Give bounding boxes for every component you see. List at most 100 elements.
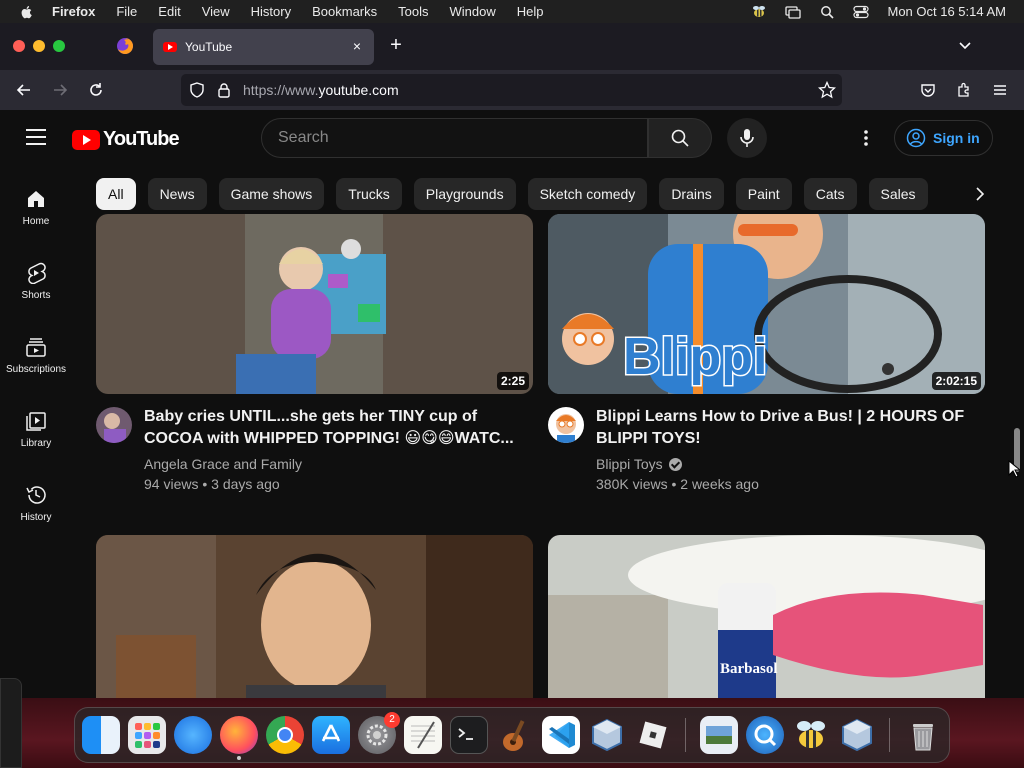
dock-system-settings-icon[interactable]: 2: [358, 712, 400, 754]
mouse-cursor-icon: [1008, 460, 1020, 478]
dock-virtualbox-vm-icon[interactable]: [838, 716, 876, 754]
search-box[interactable]: [261, 118, 648, 158]
forward-button[interactable]: [50, 80, 70, 100]
search-input[interactable]: [278, 129, 618, 147]
apple-icon[interactable]: [18, 4, 36, 20]
chip-all[interactable]: All: [96, 178, 136, 210]
tracking-protection-shield-icon[interactable]: [189, 82, 205, 98]
chip-cats[interactable]: Cats: [803, 178, 857, 210]
menu-history[interactable]: History: [251, 4, 291, 19]
app-menu-button[interactable]: [990, 80, 1010, 100]
chip-news[interactable]: News: [147, 178, 207, 210]
youtube-logo[interactable]: YouTube: [72, 128, 180, 151]
guide-menu-icon[interactable]: [26, 129, 46, 145]
chip-playgrounds[interactable]: Playgrounds: [413, 178, 516, 210]
youtube-favicon-icon: [163, 42, 177, 52]
microphone-icon: [740, 129, 754, 147]
dock-chrome-icon[interactable]: [266, 716, 304, 754]
menu-view[interactable]: View: [202, 4, 230, 19]
menu-app-name[interactable]: Firefox: [52, 4, 95, 19]
lock-icon[interactable]: [217, 82, 231, 98]
dock-roblox-icon[interactable]: [634, 716, 672, 754]
channel-avatar[interactable]: [548, 407, 584, 443]
dock-trash-icon[interactable]: [904, 716, 942, 754]
chip-drains[interactable]: Drains: [659, 178, 724, 210]
reload-button[interactable]: [86, 80, 106, 100]
dock-firefox-icon[interactable]: [220, 716, 258, 760]
sign-in-button[interactable]: Sign in: [894, 120, 993, 156]
video-thumbnail[interactable]: Blippi 2:02:15: [548, 214, 985, 394]
video-thumbnail[interactable]: Barbasol: [548, 535, 985, 698]
youtube-header: YouTube Sign in: [0, 110, 1024, 166]
video-title[interactable]: Baby cries UNTIL...she gets her TINY cup…: [144, 406, 524, 450]
rail-item-subscriptions[interactable]: Subscriptions: [0, 322, 72, 396]
dock-textedit-icon[interactable]: [404, 716, 442, 754]
settings-kebab-button[interactable]: [856, 128, 876, 148]
control-center-icon[interactable]: [853, 5, 870, 19]
arrow-left-icon: [16, 84, 30, 96]
search-button[interactable]: [648, 118, 712, 158]
chip-paint[interactable]: Paint: [735, 178, 792, 210]
window-minimize-button[interactable]: [33, 40, 45, 52]
video-duration: 2:25: [496, 372, 529, 390]
rail-item-shorts[interactable]: Shorts: [0, 248, 72, 322]
subscriptions-icon: [26, 338, 46, 357]
menu-tools[interactable]: Tools: [398, 4, 428, 19]
url-text[interactable]: https://www.youtube.com: [243, 82, 399, 98]
dock-finder-icon[interactable]: [82, 716, 120, 754]
tab-youtube[interactable]: YouTube ×: [153, 29, 374, 65]
video-card: Blippi 2:02:15 Blippi Learns How to Driv…: [548, 214, 985, 502]
bee-status-icon[interactable]: [751, 5, 767, 19]
dock-vscode-icon[interactable]: [542, 716, 580, 754]
chip-game-shows[interactable]: Game shows: [218, 178, 325, 210]
bookmark-star-icon[interactable]: [818, 81, 836, 99]
dock-launchpad-icon[interactable]: [128, 716, 166, 754]
extensions-button[interactable]: [954, 80, 974, 100]
window-zoom-button[interactable]: [53, 40, 65, 52]
spotlight-search-icon[interactable]: [819, 5, 835, 19]
menubar-clock[interactable]: Mon Oct 16 5:14 AM: [887, 4, 1006, 19]
list-all-tabs-chevron-down-icon[interactable]: [958, 39, 972, 53]
page-scrollbar[interactable]: [1010, 110, 1024, 698]
rail-item-home[interactable]: Home: [0, 174, 72, 248]
pocket-button[interactable]: [918, 80, 938, 100]
chips-next-button[interactable]: [968, 182, 992, 206]
url-domain: youtube.com: [318, 82, 399, 98]
dock-virtualbox-icon[interactable]: [588, 716, 626, 754]
dock-garageband-icon[interactable]: [496, 716, 534, 754]
video-thumbnail[interactable]: [96, 535, 533, 698]
rail-item-library[interactable]: Library: [0, 396, 72, 470]
chip-sketch-comedy[interactable]: Sketch comedy: [527, 178, 648, 210]
dock-safari-icon[interactable]: [174, 716, 212, 754]
window-close-button[interactable]: [13, 40, 25, 52]
firefox-pinned-tab-icon[interactable]: [116, 37, 134, 55]
dock-quicktime-icon[interactable]: [746, 716, 784, 754]
video-thumbnail[interactable]: 2:25: [96, 214, 533, 394]
video-title[interactable]: Blippi Learns How to Drive a Bus! | 2 HO…: [596, 406, 976, 450]
channel-avatar[interactable]: [96, 407, 132, 443]
rail-item-history[interactable]: History: [0, 470, 72, 544]
mini-guide: Home Shorts Subscriptions Library Histor…: [0, 174, 72, 544]
menu-edit[interactable]: Edit: [158, 4, 180, 19]
channel-name[interactable]: Angela Grace and Family: [144, 456, 302, 472]
voice-search-button[interactable]: [727, 118, 767, 158]
menu-help[interactable]: Help: [517, 4, 544, 19]
barbasol-can-text: Barbasol: [720, 661, 778, 677]
reload-icon: [90, 83, 102, 96]
menu-file[interactable]: File: [116, 4, 137, 19]
menu-window[interactable]: Window: [450, 4, 496, 19]
menu-bookmarks[interactable]: Bookmarks: [312, 4, 377, 19]
back-button[interactable]: [14, 80, 34, 100]
chip-trucks[interactable]: Trucks: [336, 178, 402, 210]
channel-name[interactable]: Blippi Toys: [596, 456, 682, 472]
address-bar[interactable]: https://www.youtube.com: [181, 74, 842, 106]
dock-bee-app-icon[interactable]: [792, 716, 830, 754]
dock-app-store-icon[interactable]: [312, 716, 350, 754]
rail-label-home: Home: [22, 216, 50, 227]
chip-sales[interactable]: Sales: [868, 178, 928, 210]
screen-mirroring-icon[interactable]: [785, 5, 802, 19]
dock-preview-icon[interactable]: [700, 716, 738, 754]
dock-terminal-icon[interactable]: [450, 716, 488, 754]
new-tab-button[interactable]: +: [386, 35, 406, 56]
tab-close-icon[interactable]: ×: [350, 39, 364, 53]
